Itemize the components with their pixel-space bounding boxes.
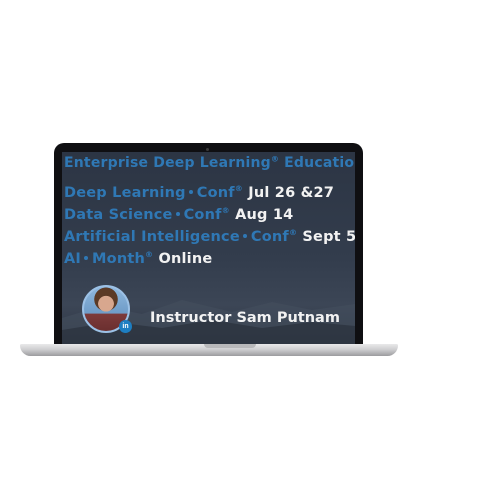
separator-dot — [188, 190, 193, 194]
registered-mark: ® — [288, 228, 298, 238]
headline-suffix: Education — [284, 155, 355, 171]
event-type: Month — [92, 251, 145, 267]
registered-mark: ® — [145, 250, 154, 260]
event-date: Jul 26 &27 — [243, 185, 335, 201]
event-line-artificial-intelligence: Artificial Intelligence Conf® Sept 5 — [64, 229, 355, 245]
event-type: Conf — [196, 185, 235, 201]
separator-dot — [242, 234, 247, 238]
event-date: Sept 5 — [297, 229, 355, 245]
laptop-base — [20, 344, 398, 356]
registered-mark: ® — [221, 206, 230, 216]
event-line-deep-learning: Deep Learning Conf® Jul 26 &27 — [64, 185, 334, 201]
headline: Enterprise Deep Learning® Education — [64, 155, 355, 171]
event-date: Online — [153, 251, 213, 267]
event-date: Aug 14 — [229, 207, 294, 223]
camera-dot — [206, 148, 209, 151]
instructor-name: Instructor Sam Putnam — [150, 310, 340, 326]
laptop-mockup: Enterprise Deep Learning® Education Deep… — [0, 0, 480, 480]
separator-dot — [175, 212, 180, 216]
linkedin-icon[interactable]: in — [119, 320, 132, 333]
event-line-ai-month: AI Month® Online — [64, 251, 212, 267]
laptop-screen: Enterprise Deep Learning® Education Deep… — [62, 152, 355, 348]
separator-dot — [84, 256, 89, 260]
headline-text: Enterprise Deep Learning — [64, 155, 271, 171]
event-name: Artificial Intelligence — [64, 229, 240, 245]
event-type: Conf — [183, 207, 222, 223]
registered-mark: ® — [270, 154, 280, 164]
trackpad-notch — [204, 344, 256, 348]
registered-mark: ® — [234, 184, 243, 194]
event-line-data-science: Data Science Conf® Aug 14 — [64, 207, 293, 223]
laptop-lid: Enterprise Deep Learning® Education Deep… — [54, 143, 363, 348]
event-name: Deep Learning — [64, 185, 186, 201]
event-name: AI — [64, 251, 82, 267]
event-type: Conf — [250, 229, 289, 245]
event-name: Data Science — [64, 207, 173, 223]
